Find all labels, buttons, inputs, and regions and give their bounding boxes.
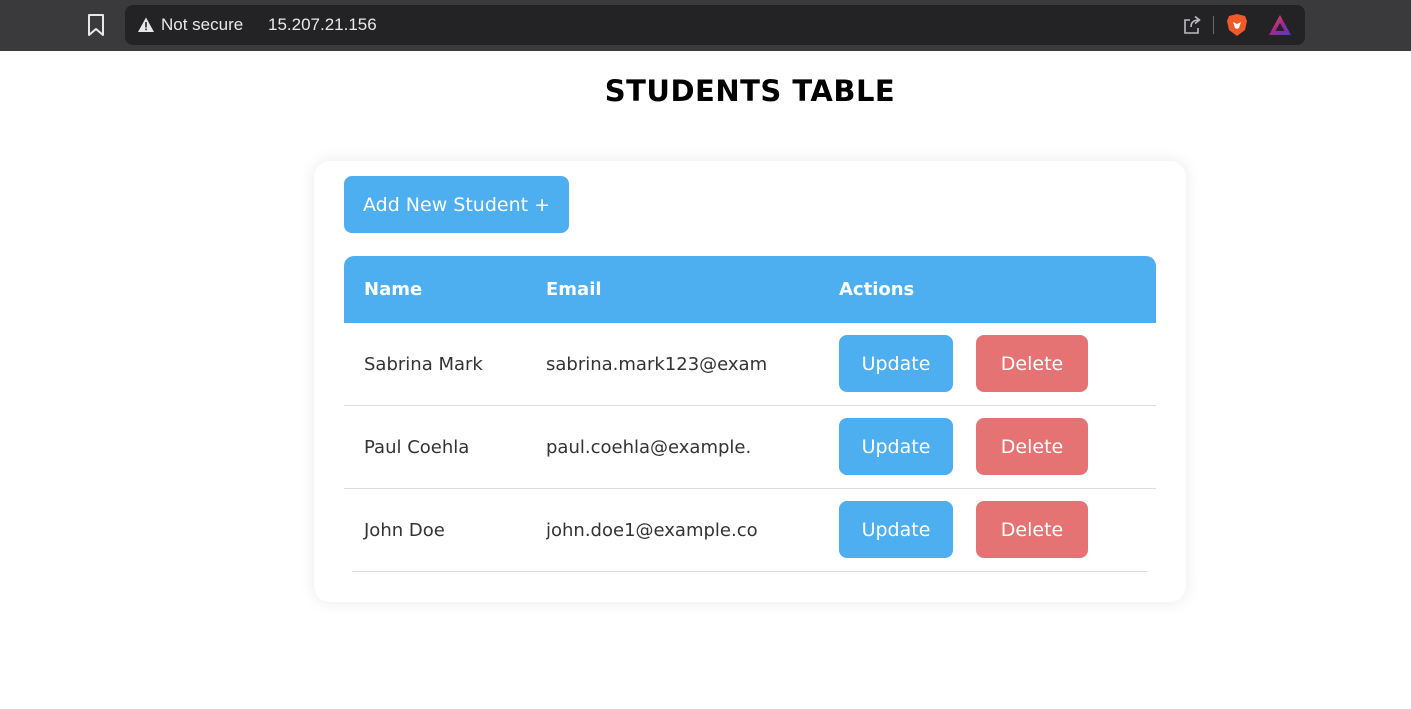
brave-shield-icon[interactable] bbox=[1226, 13, 1248, 37]
students-card: Add New Student + Name Email Actions Sab… bbox=[314, 161, 1186, 602]
table-row: Paul Coehla paul.coehla@example. Update … bbox=[344, 406, 1156, 489]
students-table: Name Email Actions Sabrina Mark sabrina.… bbox=[344, 256, 1156, 572]
bookmark-icon[interactable] bbox=[86, 13, 106, 37]
brave-rewards-icon[interactable] bbox=[1268, 14, 1292, 36]
delete-button[interactable]: Delete bbox=[976, 335, 1088, 392]
student-name: Sabrina Mark bbox=[364, 354, 483, 375]
add-student-button[interactable]: Add New Student + bbox=[344, 176, 569, 233]
student-email: paul.coehla@example. bbox=[546, 437, 752, 458]
table-header: Name Email Actions bbox=[344, 256, 1156, 323]
student-email: sabrina.mark123@exam bbox=[546, 354, 768, 375]
warning-icon bbox=[137, 16, 155, 34]
delete-button[interactable]: Delete bbox=[976, 418, 1088, 475]
delete-button[interactable]: Delete bbox=[976, 501, 1088, 558]
column-header-name: Name bbox=[364, 279, 423, 300]
update-button[interactable]: Update bbox=[839, 501, 953, 558]
share-icon[interactable] bbox=[1182, 15, 1202, 35]
student-name: John Doe bbox=[364, 520, 445, 541]
toolbar-divider bbox=[1213, 16, 1214, 34]
table-bottom-divider bbox=[352, 571, 1147, 572]
update-button[interactable]: Update bbox=[839, 335, 953, 392]
table-row: Sabrina Mark sabrina.mark123@exam Update… bbox=[344, 323, 1156, 406]
url-text[interactable]: 15.207.21.156 bbox=[268, 5, 377, 45]
student-name: Paul Coehla bbox=[364, 437, 470, 458]
page-title: STUDENTS TABLE bbox=[604, 74, 896, 108]
column-header-actions: Actions bbox=[839, 279, 915, 300]
security-indicator[interactable]: Not secure bbox=[137, 5, 243, 45]
column-header-email: Email bbox=[546, 279, 602, 300]
browser-toolbar: Not secure 15.207.21.156 bbox=[0, 0, 1411, 51]
address-bar[interactable]: Not secure 15.207.21.156 bbox=[125, 5, 1305, 45]
student-email: john.doe1@example.co bbox=[546, 520, 758, 541]
table-row: John Doe john.doe1@example.co Update Del… bbox=[344, 489, 1156, 572]
update-button[interactable]: Update bbox=[839, 418, 953, 475]
security-label: Not secure bbox=[161, 15, 244, 34]
